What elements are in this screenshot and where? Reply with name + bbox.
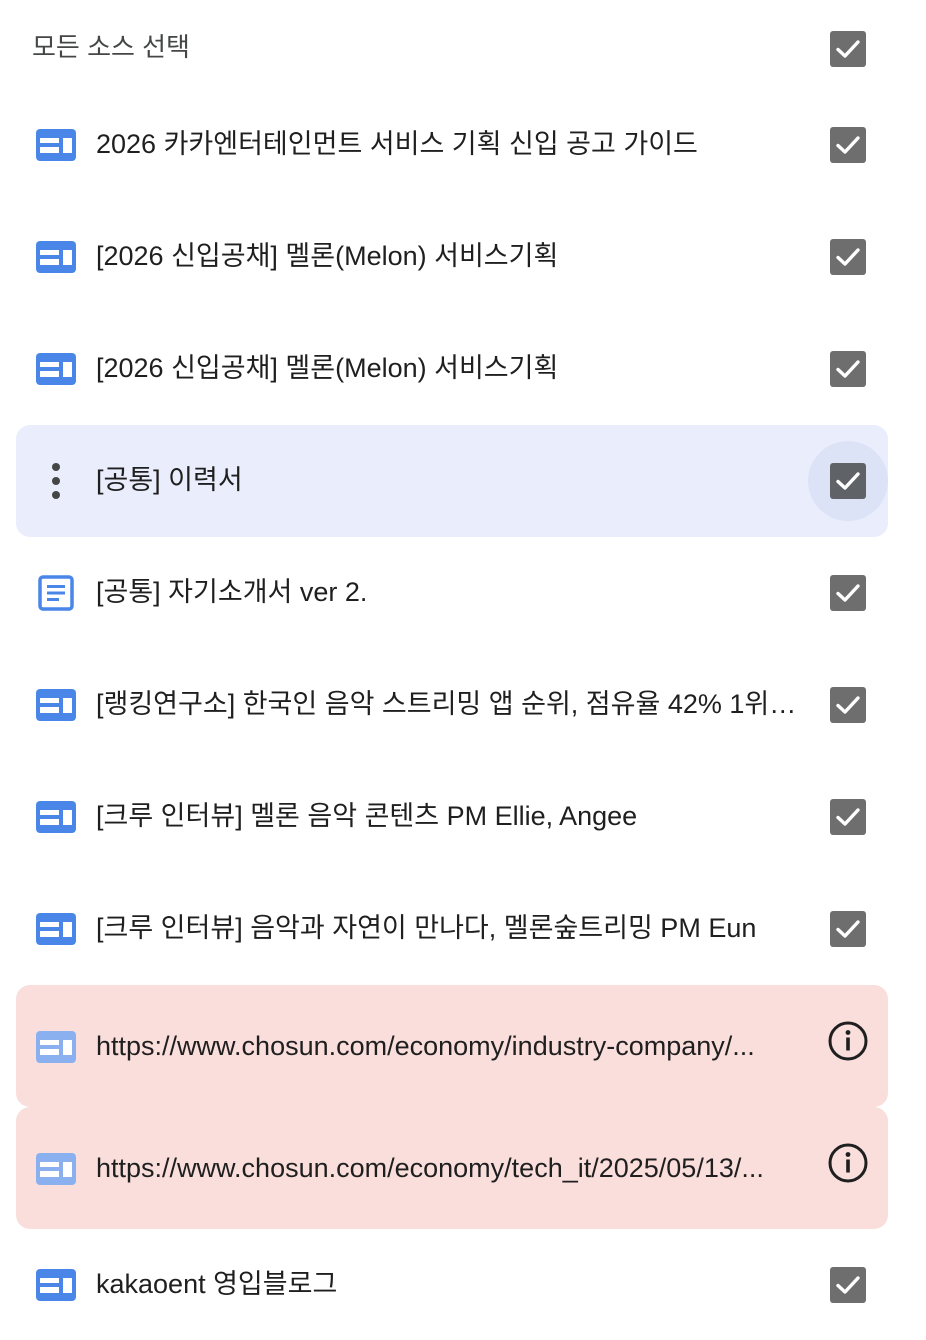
source-label: [2026 신입공채] 멜론(Melon) 서비스기획 (96, 353, 559, 383)
source-row[interactable]: [2026 신입공채] 멜론(Melon) 서비스기획 (16, 312, 888, 424)
source-label: https://www.chosun.com/economy/industry-… (96, 1031, 755, 1061)
checkmark-icon (836, 136, 860, 154)
info-icon[interactable] (827, 1142, 869, 1184)
source-row[interactable]: [크루 인터뷰] 음악과 자연이 만나다, 멜론숲트리밍 PM Eun (16, 872, 888, 984)
checkmark-icon (836, 40, 860, 58)
source-checkbox[interactable] (830, 351, 866, 387)
select-all-label: 모든 소스 선택 (32, 32, 190, 62)
web-source-icon (36, 913, 76, 945)
select-all-checkbox[interactable] (830, 31, 866, 67)
web-source-icon (36, 689, 76, 721)
source-label: https://www.chosun.com/economy/tech_it/2… (96, 1153, 764, 1183)
info-icon[interactable] (827, 1020, 869, 1062)
source-row[interactable]: kakaoent 영입블로그 (16, 1228, 888, 1340)
web-source-icon (36, 801, 76, 833)
checkmark-icon (836, 1276, 860, 1294)
source-row-error[interactable]: https://www.chosun.com/economy/industry-… (16, 985, 888, 1107)
checkmark-icon (836, 808, 860, 826)
web-source-icon (36, 241, 76, 273)
more-vert-icon[interactable] (50, 461, 62, 501)
checkmark-icon (836, 472, 860, 490)
source-checkbox[interactable] (830, 911, 866, 947)
source-label: kakaoent 영입블로그 (96, 1269, 338, 1299)
source-row[interactable]: [공통] 자기소개서 ver 2. (16, 536, 888, 648)
select-all-row[interactable]: 모든 소스 선택 (0, 0, 926, 96)
document-icon (38, 575, 78, 611)
source-row-error[interactable]: https://www.chosun.com/economy/tech_it/2… (16, 1107, 888, 1229)
source-row-hovered[interactable]: [공통] 이력서 (16, 425, 888, 537)
checkmark-icon (836, 696, 860, 714)
web-source-icon (36, 353, 76, 385)
checkmark-icon (836, 248, 860, 266)
source-label: 2026 카카엔터테인먼트 서비스 기획 신입 공고 가이드 (96, 129, 698, 159)
source-checkbox[interactable] (830, 1267, 866, 1303)
web-source-icon (36, 1153, 76, 1185)
source-label: [공통] 이력서 (96, 465, 243, 495)
source-checkbox[interactable] (830, 239, 866, 275)
source-label: [공통] 자기소개서 ver 2. (96, 577, 368, 607)
web-source-icon (36, 1269, 76, 1301)
source-checkbox[interactable] (830, 575, 866, 611)
checkmark-icon (836, 360, 860, 378)
source-row[interactable]: 2026 카카엔터테인먼트 서비스 기획 신입 공고 가이드 (16, 88, 888, 200)
source-selection-panel: 모든 소스 선택 2026 카카엔터테인먼트 서비스 기획 신입 공고 가이드 … (0, 0, 926, 1340)
source-checkbox[interactable] (830, 127, 866, 163)
source-row[interactable]: [랭킹연구소] 한국인 음악 스트리밍 앱 순위, 점유율 42% 1위는... (16, 648, 888, 760)
checkmark-icon (836, 584, 860, 602)
source-label: [크루 인터뷰] 음악과 자연이 만나다, 멜론숲트리밍 PM Eun (96, 913, 757, 943)
source-label: [크루 인터뷰] 멜론 음악 콘텐츠 PM Ellie, Angee (96, 801, 638, 831)
source-checkbox[interactable] (830, 799, 866, 835)
source-row[interactable]: [2026 신입공채] 멜론(Melon) 서비스기획 (16, 200, 888, 312)
source-row[interactable]: [크루 인터뷰] 멜론 음악 콘텐츠 PM Ellie, Angee (16, 760, 888, 872)
source-label: [랭킹연구소] 한국인 음악 스트리밍 앱 순위, 점유율 42% 1위는... (96, 689, 804, 719)
web-source-icon (36, 1031, 76, 1063)
source-checkbox[interactable] (830, 463, 866, 499)
checkmark-icon (836, 920, 860, 938)
source-label: [2026 신입공채] 멜론(Melon) 서비스기획 (96, 241, 559, 271)
web-source-icon (36, 129, 76, 161)
source-checkbox[interactable] (830, 687, 866, 723)
